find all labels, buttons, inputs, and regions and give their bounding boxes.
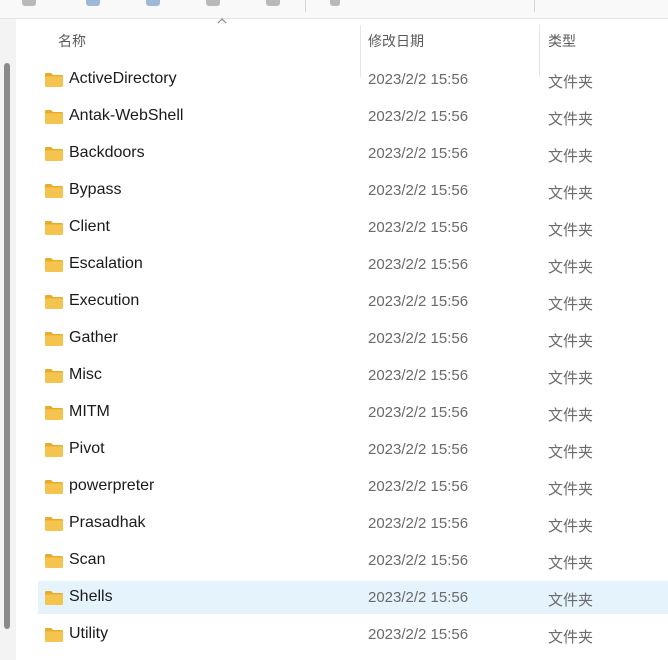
file-name: Shells (69, 588, 113, 605)
file-modified-date: 2023/2/2 15:56 (368, 182, 469, 199)
file-type: 文件夹 (548, 407, 594, 424)
file-type: 文件夹 (548, 592, 594, 609)
file-name: Escalation (69, 255, 143, 272)
file-row[interactable]: Utility 2023/2/2 15:56 文件夹 (38, 618, 668, 651)
file-name: Pivot (69, 440, 105, 457)
file-row[interactable]: Shells 2023/2/2 15:56 文件夹 (38, 581, 668, 614)
file-name: Client (69, 218, 110, 235)
file-name: Bypass (69, 181, 122, 198)
file-modified-date: 2023/2/2 15:56 (368, 626, 469, 643)
file-modified-date: 2023/2/2 15:56 (368, 515, 469, 532)
file-name: ActiveDirectory (69, 70, 177, 87)
file-row[interactable]: Gather 2023/2/2 15:56 文件夹 (38, 322, 668, 355)
rename-icon[interactable] (266, 0, 280, 6)
file-row[interactable]: ActiveDirectory 2023/2/2 15:56 文件夹 (38, 63, 668, 96)
file-modified-date: 2023/2/2 15:56 (368, 108, 469, 125)
folder-icon (45, 73, 63, 87)
paste-icon[interactable] (206, 0, 220, 6)
sort-ascending-icon (217, 18, 227, 24)
folder-icon (45, 221, 63, 235)
folder-icon (45, 554, 63, 568)
file-name: powerpreter (69, 477, 155, 494)
file-name: MITM (69, 403, 110, 420)
file-type: 文件夹 (548, 629, 594, 646)
file-modified-date: 2023/2/2 15:56 (368, 441, 469, 458)
file-modified-date: 2023/2/2 15:56 (368, 145, 469, 162)
file-type: 文件夹 (548, 555, 594, 572)
new-icon[interactable] (22, 0, 36, 6)
folder-icon (45, 591, 63, 605)
vertical-scrollbar[interactable] (0, 19, 16, 660)
file-type: 文件夹 (548, 333, 594, 350)
file-type: 文件夹 (548, 259, 594, 276)
file-modified-date: 2023/2/2 15:56 (368, 71, 469, 88)
file-name: Backdoors (69, 144, 145, 161)
folder-icon (45, 295, 63, 309)
file-row[interactable]: powerpreter 2023/2/2 15:56 文件夹 (38, 470, 668, 503)
file-modified-date: 2023/2/2 15:56 (368, 330, 469, 347)
copy-icon[interactable] (146, 0, 160, 6)
file-modified-date: 2023/2/2 15:56 (368, 589, 469, 606)
file-type: 文件夹 (548, 111, 594, 128)
file-type: 文件夹 (548, 185, 594, 202)
file-modified-date: 2023/2/2 15:56 (368, 552, 469, 569)
file-row[interactable]: Bypass 2023/2/2 15:56 文件夹 (38, 174, 668, 207)
file-row[interactable]: Backdoors 2023/2/2 15:56 文件夹 (38, 137, 668, 170)
file-modified-date: 2023/2/2 15:56 (368, 219, 469, 236)
file-name: Misc (69, 366, 102, 383)
file-type: 文件夹 (548, 481, 594, 498)
folder-icon (45, 443, 63, 457)
folder-icon (45, 184, 63, 198)
file-row[interactable]: Prasadhak 2023/2/2 15:56 文件夹 (38, 507, 668, 540)
file-modified-date: 2023/2/2 15:56 (368, 404, 469, 421)
file-type: 文件夹 (548, 74, 594, 91)
file-row[interactable]: Client 2023/2/2 15:56 文件夹 (38, 211, 668, 244)
file-row[interactable]: Antak-WebShell 2023/2/2 15:56 文件夹 (38, 100, 668, 133)
folder-icon (45, 332, 63, 346)
folder-icon (45, 258, 63, 272)
share-icon[interactable] (330, 0, 340, 6)
column-header-type[interactable]: 类型 (548, 31, 576, 51)
file-modified-date: 2023/2/2 15:56 (368, 478, 469, 495)
command-bar (0, 0, 668, 19)
folder-icon (45, 110, 63, 124)
file-row[interactable]: Execution 2023/2/2 15:56 文件夹 (38, 285, 668, 318)
file-modified-date: 2023/2/2 15:56 (368, 367, 469, 384)
file-name: Scan (69, 551, 106, 568)
folder-icon (45, 147, 63, 161)
file-row[interactable]: Escalation 2023/2/2 15:56 文件夹 (38, 248, 668, 281)
scrollbar-thumb[interactable] (4, 63, 10, 629)
file-type: 文件夹 (548, 148, 594, 165)
folder-icon (45, 517, 63, 531)
column-header-row: 名称 修改日期 类型 (16, 18, 668, 77)
toolbar-divider (534, 0, 535, 12)
file-modified-date: 2023/2/2 15:56 (368, 256, 469, 273)
toolbar-divider (305, 0, 306, 12)
folder-icon (45, 480, 63, 494)
file-type: 文件夹 (548, 518, 594, 535)
cut-icon[interactable] (86, 0, 100, 6)
column-header-name[interactable]: 名称 (58, 31, 86, 51)
folder-icon (45, 628, 63, 642)
file-name: Prasadhak (69, 514, 146, 531)
column-header-modified[interactable]: 修改日期 (368, 31, 424, 51)
file-type: 文件夹 (548, 370, 594, 387)
file-type: 文件夹 (548, 444, 594, 461)
file-type: 文件夹 (548, 222, 594, 239)
file-name: Utility (69, 625, 109, 642)
folder-icon (45, 369, 63, 383)
file-type: 文件夹 (548, 296, 594, 313)
file-modified-date: 2023/2/2 15:56 (368, 293, 469, 310)
file-name: Execution (69, 292, 140, 309)
file-row[interactable]: Scan 2023/2/2 15:56 文件夹 (38, 544, 668, 577)
file-row[interactable]: MITM 2023/2/2 15:56 文件夹 (38, 396, 668, 429)
file-row[interactable]: Misc 2023/2/2 15:56 文件夹 (38, 359, 668, 392)
folder-icon (45, 406, 63, 420)
file-name: Gather (69, 329, 118, 346)
file-row[interactable]: Pivot 2023/2/2 15:56 文件夹 (38, 433, 668, 466)
file-name: Antak-WebShell (69, 107, 184, 124)
